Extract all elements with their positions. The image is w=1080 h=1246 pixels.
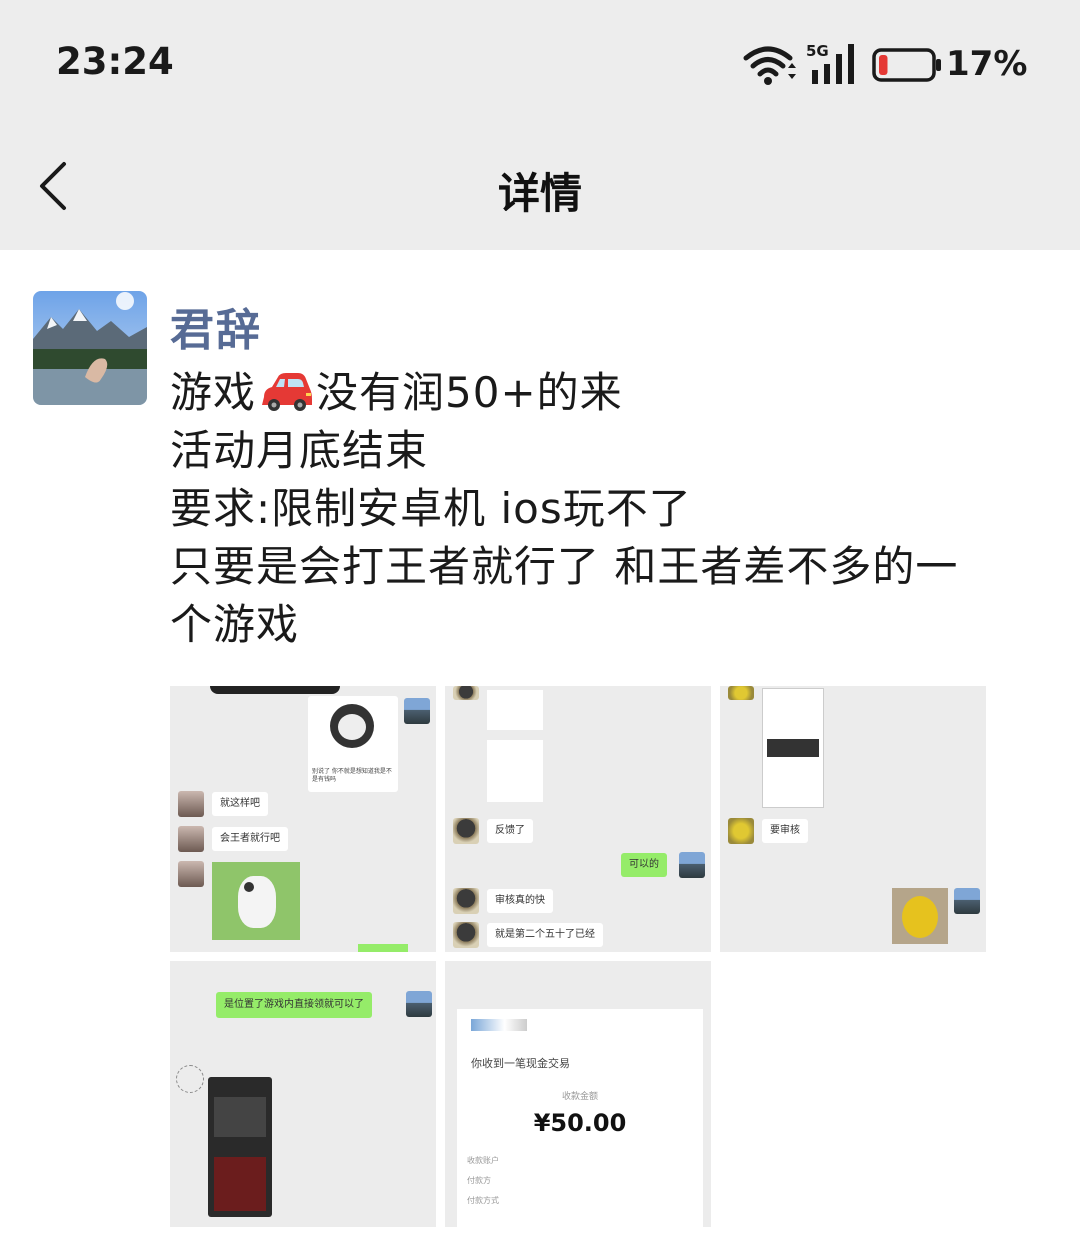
post-line-1-after: 没有润50+的来 — [316, 368, 623, 417]
post-image-1[interactable]: 别说了 你不就是想知道我是不是有钱吗 就这样吧 会王者就行吧 — [170, 686, 436, 952]
chat-image — [212, 862, 300, 940]
chat-bubble: 就这样吧 — [212, 792, 268, 816]
battery-icon — [872, 48, 941, 82]
post-image-5[interactable]: 你收到一笔现金交易 收款金额 ¥50.00 收款账户 付款方 付款方式 — [445, 961, 711, 1227]
post-line-3: 要求:限制安卓机 ios玩不了 — [170, 484, 692, 533]
chat-bubble: 反馈了 — [487, 819, 533, 843]
author-name[interactable]: 君辞 — [170, 294, 262, 358]
wifi-icon — [743, 46, 796, 85]
chat-bubble: 是位置了游戏内直接领就可以了 — [216, 992, 372, 1018]
sticker-card: 别说了 你不就是想知道我是不是有钱吗 — [308, 696, 398, 792]
receipt-row: 付款方式 — [467, 1196, 499, 1205]
chat-bubble: 要审核 — [762, 819, 808, 843]
status-time: 23:24 — [56, 40, 174, 83]
avatar[interactable] — [33, 291, 147, 405]
post-line-4: 只要是会打王者就行了 和王者差不多的一 — [170, 542, 959, 591]
post-line-1-before: 游戏 — [170, 368, 257, 417]
receipt-title: 你收到一笔现金交易 — [471, 1057, 570, 1070]
receipt-row: 收款账户 — [467, 1156, 499, 1165]
receipt-row: 付款方 — [467, 1176, 491, 1185]
post-line-1: 游戏 没有润50+的来 — [170, 364, 1050, 422]
receipt-amount-label: 收款金额 — [561, 1092, 598, 1102]
sticker-caption: 别说了 你不就是想知道我是不是有钱吗 — [312, 768, 392, 783]
battery-percent: 17% — [946, 44, 1028, 84]
chat-bubble: 会王者就行吧 — [212, 827, 288, 851]
post-image-4[interactable]: 是位置了游戏内直接领就可以了 — [170, 961, 436, 1227]
receipt-amount: ¥50.00 — [533, 1109, 627, 1137]
chat-bubble: 就是第二个五十了已经 — [487, 923, 603, 947]
chat-bubble: 审核真的快 — [487, 889, 553, 913]
page-title: 详情 — [497, 169, 582, 218]
post-line-2: 活动月底结束 — [170, 426, 429, 475]
post-image-2[interactable]: 反馈了 可以的 审核真的快 就是第二个五十了已经 — [445, 686, 711, 952]
network-label: 5G — [806, 42, 829, 60]
top-bar: 23:24 5G 17% 详情 — [0, 0, 1080, 250]
post-text: 游戏 没有润50+的来 活动月底结束 要求:限制安卓机 ios玩不了 只要是会打… — [170, 364, 1050, 654]
post-line-5: 个游戏 — [170, 600, 300, 649]
chat-bubble: 可以的 — [621, 853, 667, 877]
post-image-3[interactable]: 要审核 — [720, 686, 986, 952]
payment-receipt: 你收到一笔现金交易 收款金额 ¥50.00 收款账户 付款方 付款方式 — [457, 1009, 703, 1227]
signal-icon: 5G — [806, 42, 854, 84]
car-emoji — [262, 373, 313, 411]
